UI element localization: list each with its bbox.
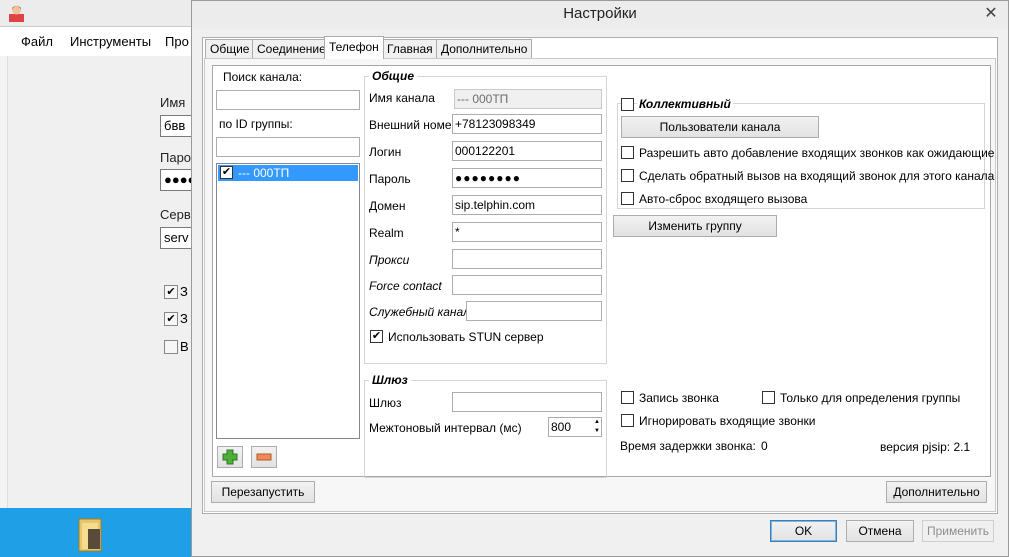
- bg-checkbox-1[interactable]: ✔: [164, 285, 178, 299]
- app-user-icon: [9, 5, 24, 22]
- tab-general[interactable]: Общие: [205, 39, 255, 58]
- channel-search-input[interactable]: [216, 90, 360, 110]
- realm-field[interactable]: *: [452, 222, 602, 242]
- interval-label: Межтоновый интервал (мс): [369, 421, 522, 435]
- apply-button[interactable]: Применить: [922, 520, 994, 542]
- gateway-label: Шлюз: [369, 396, 402, 410]
- auto-reset-checkbox[interactable]: [621, 192, 634, 205]
- tab-connection[interactable]: Соединение: [252, 39, 331, 58]
- bg-checkbox-1-label: З: [180, 284, 188, 299]
- settings-dialog: Настройки ✕ Общие Соединение Телефон Гла…: [191, 0, 1009, 557]
- auto-add-checkbox[interactable]: [621, 146, 634, 159]
- domain-field[interactable]: sip.telphin.com: [452, 195, 602, 215]
- ok-button[interactable]: OK: [770, 520, 837, 542]
- channel-name-field[interactable]: --- 000ТП: [454, 89, 602, 109]
- minus-icon: [256, 453, 272, 461]
- phone-tab-page: Поиск канала: по ID группы: ✔ --- 000ТП: [204, 58, 996, 512]
- bg-name-label: Имя: [160, 95, 186, 110]
- bg-checkbox-3-label: В: [180, 339, 189, 354]
- record-call-label: Запись звонка: [639, 391, 719, 405]
- callback-label: Сделать обратный вызов на входящий звоно…: [639, 169, 995, 183]
- background-app-window: Файл Инструменты Про Имя бвв Паро ●●●● С…: [0, 0, 200, 557]
- interval-spinner[interactable]: 800 ▲ ▼: [548, 417, 602, 437]
- proxy-field[interactable]: [452, 249, 602, 269]
- group-detection-label: Только для определения группы: [780, 391, 961, 405]
- general-group-title: Общие: [369, 69, 417, 83]
- record-call-checkbox[interactable]: [621, 391, 634, 404]
- cancel-button[interactable]: Отмена: [846, 520, 914, 542]
- group-detection-checkbox[interactable]: [762, 391, 775, 404]
- bg-checkbox-2[interactable]: ✔: [164, 312, 178, 326]
- force-contact-label: Force contact: [369, 279, 442, 293]
- login-field[interactable]: 000122201: [452, 141, 602, 161]
- realm-label: Realm: [369, 226, 404, 240]
- service-channel-field[interactable]: [466, 301, 602, 321]
- menu-file[interactable]: Файл: [21, 34, 53, 49]
- password-label: Пароль: [369, 172, 411, 186]
- external-number-field[interactable]: +78123098349: [452, 114, 602, 134]
- spin-down-icon[interactable]: ▼: [594, 427, 600, 435]
- background-titlebar: [0, 0, 192, 26]
- auto-reset-label: Авто-сброс входящего вызова: [639, 192, 808, 206]
- dialog-title: Настройки: [563, 5, 637, 22]
- proxy-label: Прокси: [369, 253, 410, 267]
- list-item[interactable]: ✔ --- 000ТП: [218, 165, 358, 181]
- spin-up-icon[interactable]: ▲: [594, 418, 600, 426]
- add-channel-button[interactable]: [217, 446, 243, 468]
- delay-label: Время задержки звонка:: [620, 439, 756, 453]
- menu-tools[interactable]: Инструменты: [70, 34, 151, 49]
- remove-channel-button[interactable]: [251, 446, 277, 468]
- channel-list[interactable]: ✔ --- 000ТП: [216, 163, 360, 439]
- folder-icon[interactable]: [78, 517, 104, 553]
- plus-icon: [222, 449, 238, 465]
- bg-checkbox-3[interactable]: [164, 340, 178, 354]
- channel-users-button[interactable]: Пользователи канала: [621, 116, 819, 138]
- tab-main[interactable]: Главная: [382, 39, 438, 58]
- bg-checkbox-2-label: З: [180, 311, 188, 326]
- delay-value: 0: [761, 439, 768, 453]
- channel-search-label: Поиск канала:: [223, 70, 303, 84]
- callback-checkbox[interactable]: [621, 169, 634, 182]
- group-id-input[interactable]: [216, 137, 360, 157]
- phone-settings-panel: Поиск канала: по ID группы: ✔ --- 000ТП: [212, 65, 995, 478]
- channel-item-label: --- 000ТП: [238, 166, 290, 180]
- ignore-incoming-checkbox[interactable]: [621, 414, 634, 427]
- group-id-label: по ID группы:: [219, 117, 293, 131]
- external-number-label: Внешний номер: [369, 118, 459, 132]
- force-contact-field[interactable]: [452, 275, 602, 295]
- pjsip-version-label: версия pjsip: 2.1: [880, 440, 971, 454]
- service-channel-label: Служебный канал: [369, 305, 470, 319]
- gateway-field[interactable]: [452, 392, 602, 412]
- tab-phone[interactable]: Телефон: [324, 36, 384, 59]
- stun-label: Использовать STUN сервер: [388, 330, 544, 344]
- background-left-strip: [0, 56, 8, 508]
- interval-value: 800: [551, 420, 572, 434]
- channel-name-label: Имя канала: [369, 91, 435, 105]
- gateway-group-title: Шлюз: [369, 373, 411, 387]
- tab-additional[interactable]: Дополнительно: [436, 39, 533, 58]
- ignore-incoming-label: Игнорировать входящие звонки: [639, 414, 816, 428]
- close-icon[interactable]: ✕: [978, 3, 1004, 23]
- bg-password-label: Паро: [160, 150, 192, 165]
- background-menu-bar: Файл Инструменты Про: [0, 26, 192, 56]
- menu-program[interactable]: Про: [165, 34, 189, 49]
- channel-checkbox[interactable]: ✔: [220, 166, 233, 179]
- password-field[interactable]: ●●●●●●●●: [452, 168, 602, 188]
- collective-group-title: Коллективный: [637, 97, 733, 111]
- stun-checkbox[interactable]: ✔: [370, 330, 383, 343]
- additional-settings-button[interactable]: Дополнительно: [886, 481, 987, 503]
- collective-checkbox[interactable]: [621, 98, 634, 111]
- login-label: Логин: [369, 145, 402, 159]
- restart-button[interactable]: Перезапустить: [211, 481, 315, 503]
- bg-server-label: Серв: [160, 207, 191, 222]
- auto-add-label: Разрешить авто добавление входящих звонк…: [639, 146, 995, 160]
- domain-label: Домен: [369, 199, 406, 213]
- change-group-button[interactable]: Изменить группу: [613, 215, 777, 237]
